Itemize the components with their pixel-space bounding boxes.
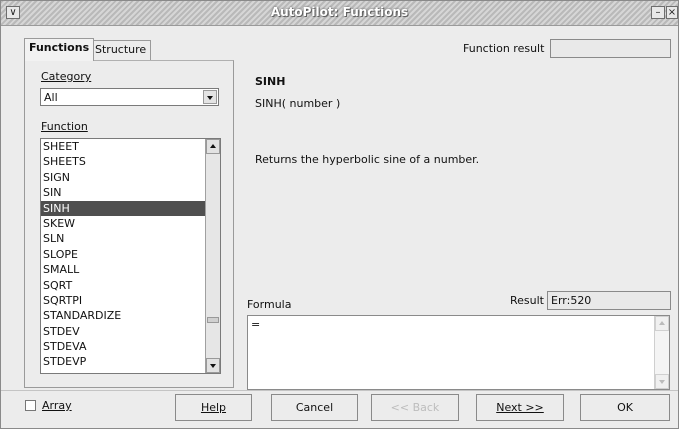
list-item[interactable]: SIN xyxy=(41,185,207,200)
array-checkbox[interactable] xyxy=(25,400,36,411)
list-item[interactable]: SKEW xyxy=(41,216,207,231)
result-field: Err:520 xyxy=(547,291,671,310)
function-list-scrollbar[interactable] xyxy=(205,139,220,373)
formula-scroll-up[interactable] xyxy=(655,316,669,331)
help-button[interactable]: Help xyxy=(175,394,252,421)
scroll-thumb[interactable] xyxy=(207,317,219,323)
cancel-button[interactable]: Cancel xyxy=(271,394,358,421)
formula-text: = xyxy=(251,318,261,331)
category-dropdown[interactable]: All xyxy=(40,88,219,106)
function-result-label: Function result xyxy=(463,42,545,55)
list-item[interactable]: STDEVPA xyxy=(41,370,207,373)
result-value: Err:520 xyxy=(551,294,592,307)
minimize-icon: – xyxy=(655,7,661,18)
category-label: Category xyxy=(41,70,91,83)
list-item[interactable]: STDEV xyxy=(41,324,207,339)
tab-structure[interactable]: Structure xyxy=(90,40,152,60)
back-button-label: << Back xyxy=(390,401,440,414)
close-icon: × xyxy=(667,7,677,18)
function-label: Function xyxy=(41,120,88,133)
cancel-button-label: Cancel xyxy=(295,401,334,414)
list-item[interactable]: SIGN xyxy=(41,170,207,185)
list-item[interactable]: SQRTPI xyxy=(41,293,207,308)
function-result-field xyxy=(550,39,671,58)
list-item[interactable]: SINH xyxy=(41,200,207,216)
arrow-up-icon xyxy=(659,321,665,325)
category-value: All xyxy=(44,91,58,104)
separator xyxy=(1,390,678,391)
category-label-text: Category xyxy=(41,70,92,83)
ok-button[interactable]: OK xyxy=(580,394,670,421)
tab-functions[interactable]: Functions xyxy=(24,38,95,61)
minimize-button[interactable]: – xyxy=(651,6,665,19)
close-button[interactable]: × xyxy=(666,6,678,19)
function-label-text: Function xyxy=(41,120,88,133)
list-item[interactable]: SHEET xyxy=(41,139,207,154)
list-item[interactable]: STDEVP xyxy=(41,354,207,369)
list-item[interactable]: STDEVA xyxy=(41,339,207,354)
formula-editor[interactable]: = xyxy=(247,315,670,390)
tab-structure-label: Structure xyxy=(95,43,147,56)
result-label: Result xyxy=(510,294,544,307)
function-listbox[interactable]: SHEET SHEETS SIGN SIN SINH SKEW SLN SLOPE SMALL S… xyxy=(40,138,221,374)
tab-functions-label: Functions xyxy=(29,41,90,54)
function-name: SINH xyxy=(255,75,286,88)
list-item[interactable]: SQRT xyxy=(41,278,207,293)
window-title: AutoPilot: Functions xyxy=(270,5,409,19)
back-button[interactable]: << Back xyxy=(371,394,459,421)
title-bar[interactable]: ∨ AutoPilot: Functions – × xyxy=(1,1,678,26)
scroll-down-button[interactable] xyxy=(206,358,220,373)
help-button-label: Help xyxy=(200,401,227,414)
function-description: Returns the hyperbolic sine of a number. xyxy=(255,153,480,166)
formula-scroll-down[interactable] xyxy=(655,374,669,389)
arrow-up-icon xyxy=(210,144,216,148)
chevron-down-icon xyxy=(207,96,213,100)
scroll-up-button[interactable] xyxy=(206,139,220,154)
list-item[interactable]: SLOPE xyxy=(41,247,207,262)
autopilot-functions-dialog: ∨ AutoPilot: Functions – × Functions Str… xyxy=(0,0,679,429)
list-item[interactable]: SLN xyxy=(41,231,207,246)
list-item[interactable]: STANDARDIZE xyxy=(41,308,207,323)
arrow-down-icon xyxy=(210,364,216,368)
next-button-label: Next >> xyxy=(496,401,544,414)
function-list: SHEET SHEETS SIGN SIN SINH SKEW SLN SLOPE SMALL S… xyxy=(41,139,220,373)
formula-label: Formula xyxy=(247,298,291,311)
array-label[interactable]: Array xyxy=(42,399,72,412)
function-syntax: SINH( number ) xyxy=(255,97,341,110)
ok-button-label: OK xyxy=(617,401,633,414)
formula-label-text: Formula xyxy=(247,298,292,311)
arrow-down-icon xyxy=(659,380,665,384)
list-item[interactable]: SHEETS xyxy=(41,154,207,169)
next-button[interactable]: Next >> xyxy=(476,394,564,421)
list-item[interactable]: SMALL xyxy=(41,262,207,277)
formula-scrollbar[interactable] xyxy=(654,316,669,389)
category-dropdown-button[interactable] xyxy=(203,90,217,104)
